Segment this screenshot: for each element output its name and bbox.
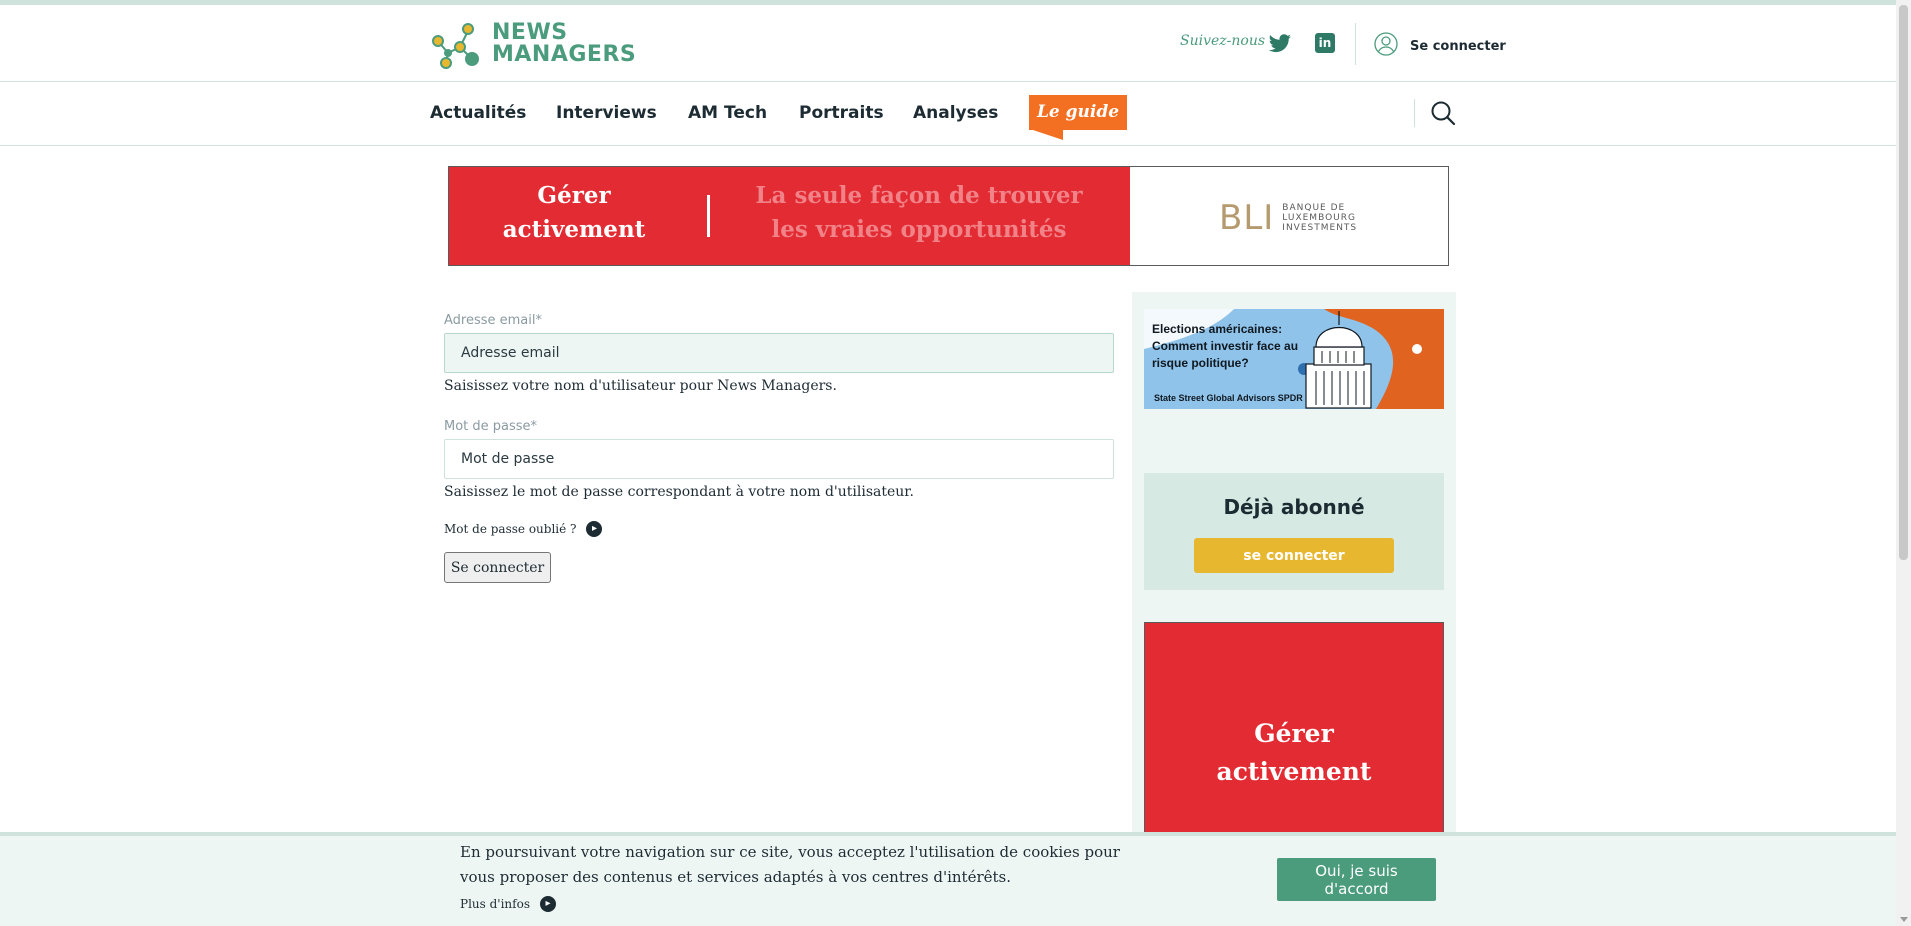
nav-item-portraits[interactable]: Portraits xyxy=(799,103,884,123)
search-icon[interactable] xyxy=(1430,100,1456,126)
bli-line-3: INVESTMENTS xyxy=(1282,223,1358,233)
chevron-right-icon: ▸ xyxy=(539,896,556,912)
bli-mark: BLI xyxy=(1219,198,1275,238)
nav-divider xyxy=(1414,99,1415,127)
banner-separator xyxy=(707,195,710,237)
email-label: Adresse email* xyxy=(444,313,543,328)
header-login-link[interactable]: Se connecter xyxy=(1410,39,1506,54)
header-divider xyxy=(1355,23,1356,65)
already-subscribed-box: Déjà abonné se connecter xyxy=(1144,473,1444,590)
email-field[interactable] xyxy=(444,333,1114,373)
guide-tab-tail xyxy=(1033,130,1063,140)
banner-right-line-1: La seule façon de trouver xyxy=(755,182,1083,209)
email-help-text: Saisissez votre nom d'utilisateur pour N… xyxy=(444,378,837,394)
bli-text: BANQUE DE LUXEMBOURG INVESTMENTS xyxy=(1282,203,1357,233)
logo-line-1: NEWS xyxy=(492,20,568,45)
password-field[interactable] xyxy=(444,439,1114,479)
cookie-accept-button[interactable]: Oui, je suis d'accord xyxy=(1277,858,1436,901)
already-subscribed-title: Déjà abonné xyxy=(1223,495,1365,519)
scroll-down-arrow-icon[interactable] xyxy=(1900,917,1908,922)
forgot-password-label: Mot de passe oublié ? xyxy=(444,522,577,536)
banner-red-panel: Gérer activement La seule façon de trouv… xyxy=(449,167,1130,265)
site-logo[interactable]: NEWS MANAGERS xyxy=(428,17,648,71)
cookie-more-info-label: Plus d'infos xyxy=(460,897,530,911)
logo-line-2: MANAGERS xyxy=(492,42,637,67)
nav-item-actualites[interactable]: Actualités xyxy=(430,103,526,123)
bli-logo: BLI BANQUE DE LUXEMBOURG INVESTMENTS xyxy=(1219,198,1357,238)
sidebar-ad-elections[interactable]: Elections américaines: Comment investir … xyxy=(1144,309,1444,409)
banner-right-line-2: les vraies opportunités xyxy=(771,216,1067,243)
sidebar-ad-text: Gérer activement xyxy=(1145,715,1443,791)
cookie-more-info-link[interactable]: Plus d'infos ▸ xyxy=(460,896,556,912)
scrollbar-thumb[interactable] xyxy=(1899,5,1908,560)
linkedin-icon[interactable]: in xyxy=(1315,33,1335,53)
banner-right-text: La seule façon de trouver les vraies opp… xyxy=(739,179,1099,247)
nav-item-analyses[interactable]: Analyses xyxy=(913,103,998,123)
sidebar-ad-brand: State Street Global Advisors SPDR xyxy=(1154,393,1303,403)
sidebar-ad-line-2: activement xyxy=(1216,757,1372,786)
cookie-consent-bar: En poursuivant votre navigation sur ce s… xyxy=(0,832,1896,926)
login-submit-button[interactable]: Se connecter xyxy=(444,552,551,583)
sidebar-ad-gerer-activement[interactable]: Gérer activement xyxy=(1144,622,1444,837)
page-scrollbar[interactable] xyxy=(1896,0,1911,926)
nav-item-am-tech[interactable]: AM Tech xyxy=(688,103,767,123)
site-header: NEWS MANAGERS Suivez-nous in Se connecte… xyxy=(0,5,1896,82)
sidebar-ad-headline: Elections américaines: Comment investir … xyxy=(1152,322,1299,370)
sidebar-ad-line-1: Gérer xyxy=(1254,719,1334,748)
main-nav: Actualités Interviews AM Tech Portraits … xyxy=(0,82,1896,146)
banner-left-line-1: Gérer xyxy=(537,182,611,209)
forgot-password-link[interactable]: Mot de passe oublié ? ▸ xyxy=(444,521,603,537)
follow-us-label: Suivez-nous xyxy=(1180,33,1266,49)
user-icon[interactable] xyxy=(1374,32,1398,56)
password-label: Mot de passe* xyxy=(444,419,538,434)
cookie-message: En poursuivant votre navigation sur ce s… xyxy=(460,843,1120,886)
nav-item-le-guide[interactable]: Le guide xyxy=(1029,95,1127,130)
banner-left-text: Gérer activement xyxy=(489,179,659,247)
bli-line-1: BANQUE DE xyxy=(1282,203,1346,213)
password-help-text: Saisissez le mot de passe correspondant … xyxy=(444,484,914,500)
top-banner-ad[interactable]: Gérer activement La seule façon de trouv… xyxy=(448,166,1449,266)
twitter-icon[interactable] xyxy=(1268,33,1292,55)
bli-line-2: LUXEMBOURG xyxy=(1282,213,1356,223)
subscriber-login-button[interactable]: se connecter xyxy=(1194,538,1394,573)
nav-item-interviews[interactable]: Interviews xyxy=(556,103,657,123)
chevron-right-icon: ▸ xyxy=(586,521,603,537)
logo-icon xyxy=(432,23,479,69)
logo-text: NEWS MANAGERS xyxy=(492,22,636,66)
banner-left-line-2: activement xyxy=(502,216,646,243)
